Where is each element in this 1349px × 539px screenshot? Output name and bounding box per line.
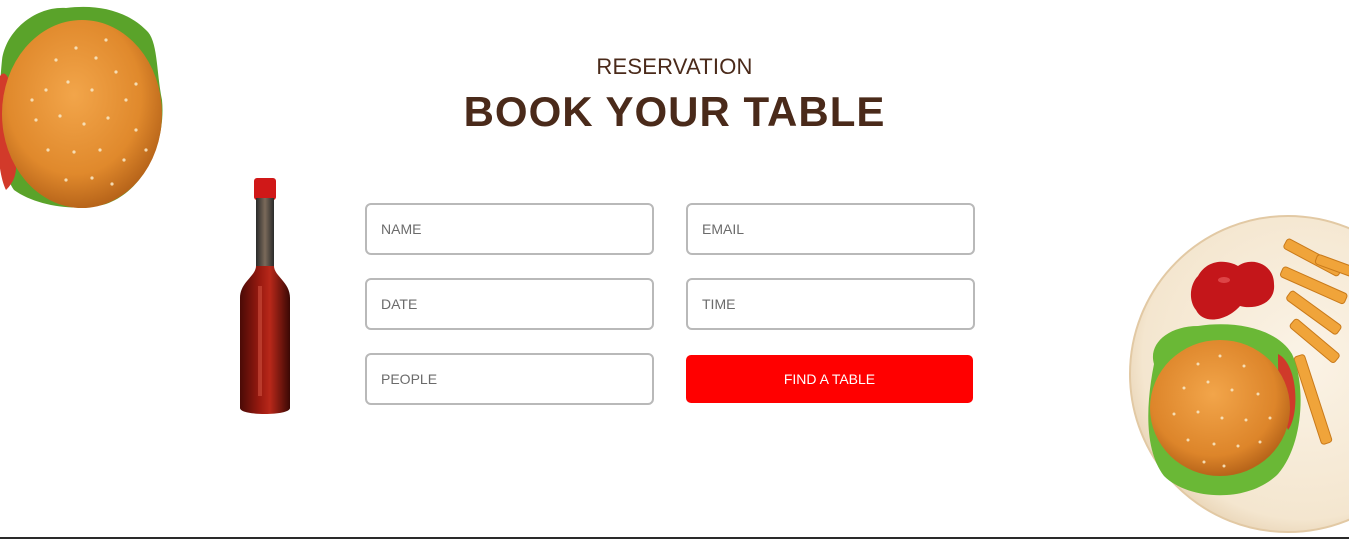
date-input[interactable] bbox=[365, 278, 654, 330]
find-a-table-button[interactable]: FIND A TABLE bbox=[686, 355, 973, 403]
email-input[interactable] bbox=[686, 203, 975, 255]
hot-sauce-bottle-image bbox=[240, 178, 290, 414]
people-input[interactable] bbox=[365, 353, 654, 405]
section-subtitle: RESERVATION bbox=[596, 54, 753, 79]
burger-fries-plate-image bbox=[1129, 215, 1349, 533]
time-input[interactable] bbox=[686, 278, 975, 330]
page-title: BOOK YOUR TABLE bbox=[463, 88, 886, 135]
name-input[interactable] bbox=[365, 203, 654, 255]
